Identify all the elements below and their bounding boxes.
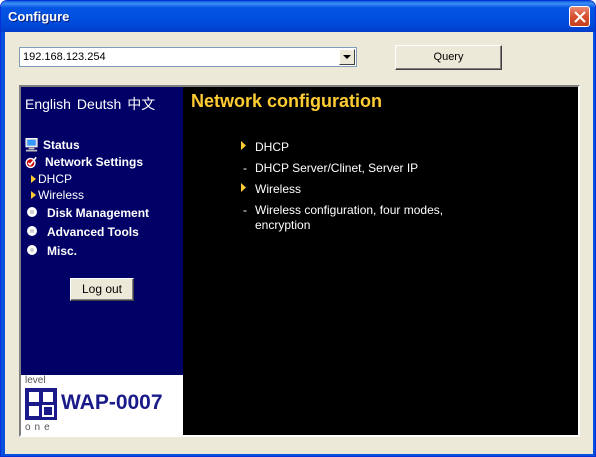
title-bar: Configure — [1, 1, 595, 32]
nav-item-advanced-tools[interactable]: Advanced Tools — [25, 225, 175, 241]
triangle-bullet-icon — [31, 175, 36, 183]
language-selector: English Deutsh 中文 — [25, 94, 161, 114]
window-frame-left — [1, 32, 5, 456]
levelone-logo: level one WAP-0007 — [21, 375, 183, 435]
nav-subitem-wireless[interactable]: Wireless — [31, 188, 121, 203]
close-button[interactable] — [569, 6, 590, 27]
nav-label-advanced-tools: Advanced Tools — [47, 225, 139, 239]
info-item-wireless: Wireless — [241, 182, 361, 198]
device-address-combobox[interactable]: 192.168.123.254 — [19, 47, 357, 67]
language-deutsch-link[interactable]: Deutsh — [77, 96, 121, 112]
query-button[interactable]: Query — [395, 45, 502, 70]
nav-label-misc: Misc. — [47, 244, 78, 258]
dash: - — [243, 161, 247, 175]
nav-label-disk-management: Disk Management — [47, 206, 150, 220]
nav-label-status: Status — [43, 138, 80, 152]
info-desc-wireless-text: Wireless configuration, four modes, encr… — [255, 203, 444, 232]
logo-level-text: level — [25, 375, 46, 386]
info-label-wireless: Wireless — [255, 182, 302, 196]
nav-sublabel-dhcp: DHCP — [38, 172, 73, 186]
nav-item-status[interactable]: Status — [25, 138, 175, 154]
dropdown-arrow-icon — [343, 55, 351, 59]
logout-button[interactable]: Log out — [70, 278, 134, 301]
language-english-link[interactable]: English — [25, 96, 71, 112]
info-desc-dhcp: - DHCP Server/Clinet, Server IP — [243, 161, 483, 177]
dash: - — [243, 203, 247, 217]
info-desc-dhcp-text: DHCP Server/Clinet, Server IP — [255, 161, 419, 175]
sidebar: English Deutsh 中文 Status Network Settings — [21, 87, 183, 435]
language-chinese-link[interactable]: 中文 — [127, 96, 155, 112]
nav-item-misc[interactable]: Misc. — [25, 244, 175, 260]
levelone-logo-icon — [25, 388, 57, 420]
nav-sublabel-wireless: Wireless — [38, 188, 85, 202]
info-desc-wireless: - Wireless configuration, four modes, en… — [243, 203, 483, 235]
info-item-dhcp: DHCP — [241, 140, 361, 156]
nav-item-network-settings[interactable]: Network Settings — [25, 155, 175, 171]
nav-subitem-dhcp[interactable]: DHCP — [31, 172, 121, 187]
computer-icon — [25, 138, 38, 152]
radio-dot-icon — [27, 226, 37, 236]
close-icon — [574, 11, 586, 23]
nav-item-disk-management[interactable]: Disk Management — [25, 206, 175, 222]
page-title: Network configuration — [191, 91, 383, 111]
triangle-bullet-icon — [241, 183, 246, 192]
dropdown-button[interactable] — [339, 49, 355, 65]
device-address-value: 192.168.123.254 — [23, 51, 106, 63]
model-name: WAP-0007 — [61, 391, 163, 414]
settings-check-icon — [25, 156, 37, 169]
window-title: Configure — [8, 9, 70, 24]
info-label-dhcp: DHCP — [255, 140, 290, 154]
radio-dot-icon — [27, 207, 37, 217]
triangle-bullet-icon — [31, 191, 36, 199]
radio-dot-icon — [27, 245, 37, 255]
config-content-panel: English Deutsh 中文 Status Network Settings — [19, 85, 580, 437]
nav-label-network-settings: Network Settings — [45, 155, 144, 169]
configure-window: Configure 192.168.123.254 Query English D… — [0, 0, 596, 457]
triangle-bullet-icon — [241, 141, 246, 150]
logo-one-text: one — [25, 422, 54, 433]
